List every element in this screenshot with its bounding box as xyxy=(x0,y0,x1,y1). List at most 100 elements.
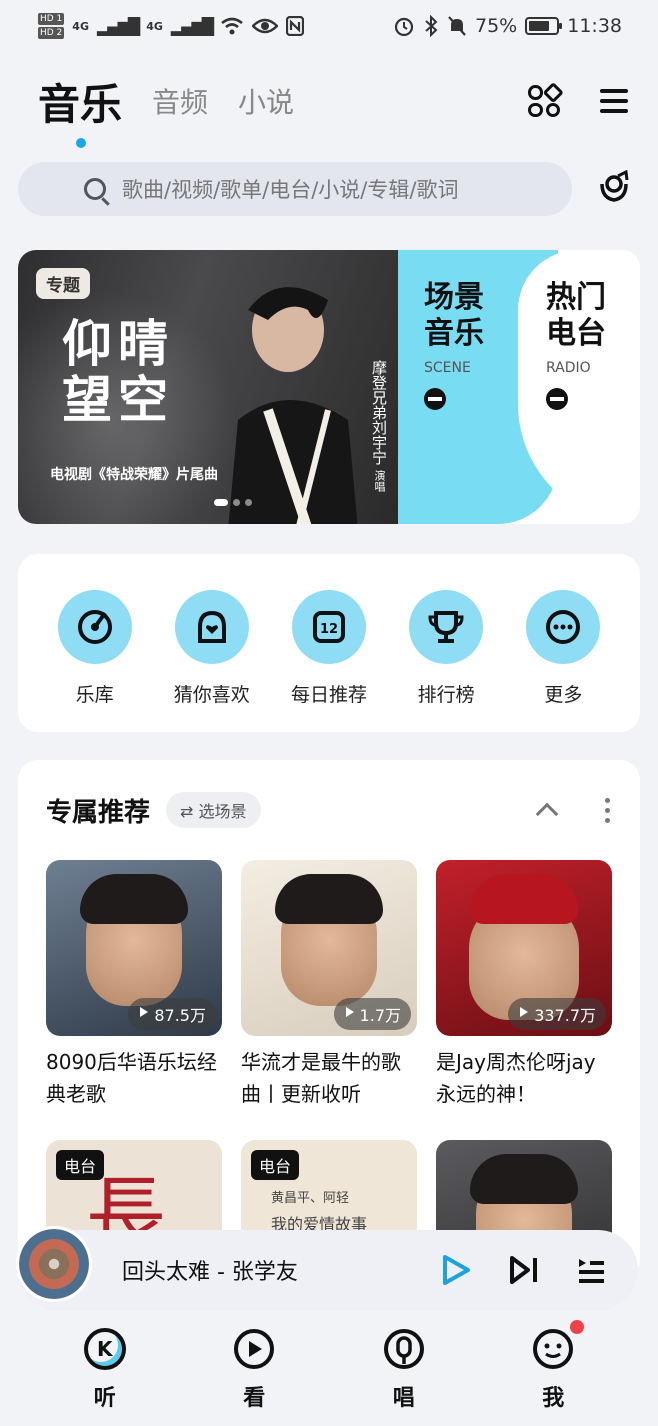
play-count: 337.7万 xyxy=(508,998,606,1030)
quick-label-guess: 猜你喜欢 xyxy=(173,684,250,706)
banner-title-line1: 仰晴 xyxy=(62,315,174,373)
tab-audio[interactable]: 音频 xyxy=(152,81,208,121)
network-type-2: 4G xyxy=(146,19,163,33)
more-icon xyxy=(526,590,601,664)
player-controls xyxy=(440,1253,606,1287)
nav-watch[interactable]: 看 xyxy=(209,1320,299,1426)
status-left: HD 1 HD 2 4G ▂▄▆█ 4G ▂▄▆█ xyxy=(38,13,305,39)
banner-poster[interactable]: 专题 仰晴 望空 摩登兄弟刘宇宁 演唱 电视剧《特战荣耀》片尾曲 xyxy=(18,250,400,524)
trophy-icon xyxy=(409,590,484,664)
quick-label-daily: 每日推荐 xyxy=(290,684,367,706)
recommend-title: 专属推荐 xyxy=(46,797,151,828)
scene-en-label: SCENE xyxy=(424,360,471,376)
hd2-badge: HD 2 xyxy=(38,27,65,39)
playlist-name: 8090后华语乐坛经典老歌 xyxy=(46,1050,217,1106)
signal-icon: ▂▄▆█ xyxy=(96,16,140,36)
radio-en-label: RADIO xyxy=(546,360,591,376)
banner-singer-name: 摩登兄弟刘宇宁 xyxy=(370,360,388,465)
quick-entries: 乐库 猜你喜欢 12 每日推荐 排行榜 更多 xyxy=(18,554,640,732)
scene-title: 场景音乐 xyxy=(424,280,484,351)
playlist-cover: 87.5万 xyxy=(46,860,222,1036)
recommend-tools xyxy=(535,797,610,826)
header-tools xyxy=(528,81,628,117)
quick-charts[interactable]: 排行榜 xyxy=(396,590,496,732)
mic-icon xyxy=(383,1329,424,1369)
choose-scene-button[interactable]: ⇄ 选场景 xyxy=(166,792,261,828)
singer-photo xyxy=(228,287,358,524)
eye-icon xyxy=(252,18,279,34)
quick-more[interactable]: 更多 xyxy=(513,590,613,732)
status-right: 75% 11:38 xyxy=(393,15,622,37)
apps-grid-icon[interactable] xyxy=(528,81,564,117)
playlist-icon[interactable] xyxy=(576,1255,606,1285)
more-vertical-icon[interactable] xyxy=(605,797,610,823)
menu-icon[interactable] xyxy=(600,89,628,113)
radio-arrow-icon xyxy=(546,388,568,410)
play-icon[interactable] xyxy=(440,1253,472,1287)
top-header: 音乐 音频 小说 xyxy=(38,66,628,148)
nav-me[interactable]: 我 xyxy=(508,1320,598,1426)
nav-listen[interactable]: K 听 xyxy=(60,1320,150,1426)
calendar-day: 12 xyxy=(320,622,338,637)
banner-singer: 摩登兄弟刘宇宁 演唱 xyxy=(348,360,388,492)
mute-bell-icon xyxy=(448,16,466,36)
mini-player[interactable]: 回头太难 - 张学友 xyxy=(16,1226,638,1310)
playlist-grid: 87.5万 8090后华语乐坛经典老歌 1.7万 华流才是最牛的歌曲丨更新收听 … xyxy=(46,860,612,1280)
tab-novel[interactable]: 小说 xyxy=(238,81,294,121)
playlist-name: 是Jay周杰伦呀jay永远的神！ xyxy=(436,1050,596,1106)
scene-arrow-icon xyxy=(424,388,446,410)
nav-label-me: 我 xyxy=(542,1386,565,1411)
radio-tag: 电台 xyxy=(251,1150,300,1180)
heart-box-icon xyxy=(174,590,249,664)
banner-title-line2: 望空 xyxy=(62,371,174,429)
album-art[interactable] xyxy=(16,1226,92,1302)
playlist-card[interactable]: 1.7万 华流才是最牛的歌曲丨更新收听 xyxy=(241,860,417,1110)
alarm-icon xyxy=(394,17,414,37)
playlist-card[interactable]: 87.5万 8090后华语乐坛经典老歌 xyxy=(46,860,222,1110)
calendar-icon: 12 xyxy=(291,590,366,664)
network-type-1: 4G xyxy=(72,19,89,33)
quick-daily[interactable]: 12 每日推荐 xyxy=(279,590,379,732)
next-icon[interactable] xyxy=(508,1253,540,1287)
battery-percent: 75% xyxy=(475,15,518,37)
quick-library[interactable]: 乐库 xyxy=(45,590,145,732)
choose-scene-label: 选场景 xyxy=(198,802,247,821)
play-count: 87.5万 xyxy=(128,998,216,1030)
listen-icon: K xyxy=(83,1328,126,1370)
battery-fill xyxy=(529,21,549,31)
radio-tag: 电台 xyxy=(56,1150,105,1180)
tab-music[interactable]: 音乐 xyxy=(38,71,122,148)
banner-singer-role: 演唱 xyxy=(373,469,386,492)
watch-icon xyxy=(234,1329,275,1369)
playlist-name: 华流才是最牛的歌曲丨更新收听 xyxy=(241,1050,401,1106)
radio-cover-author: 黄昌平、阿轻 xyxy=(271,1191,350,1206)
notification-dot xyxy=(570,1320,585,1334)
nav-label-watch: 看 xyxy=(243,1386,266,1411)
quick-guess-like[interactable]: 猜你喜欢 xyxy=(162,590,262,732)
banner-subtitle: 电视剧《特战荣耀》片尾曲 xyxy=(50,467,218,483)
playlist-cover: 1.7万 xyxy=(241,860,417,1036)
search-placeholder: 歌曲/视频/歌单/电台/小说/专辑/歌词 xyxy=(122,178,459,202)
hd1-badge: HD 1 xyxy=(38,13,65,25)
search-icon xyxy=(84,178,106,200)
banner-title: 仰晴 望空 xyxy=(62,316,192,428)
wifi-icon xyxy=(221,17,243,35)
status-bar: HD 1 HD 2 4G ▂▄▆█ 4G ▂▄▆█ 75% 11:38 xyxy=(0,0,658,52)
search-bar[interactable]: 歌曲/视频/歌单/电台/小说/专辑/歌词 xyxy=(18,162,572,216)
nav-sing[interactable]: 唱 xyxy=(359,1320,449,1426)
nav-label-sing: 唱 xyxy=(392,1386,415,1411)
collapse-icon[interactable] xyxy=(535,802,559,826)
recommend-header: 专属推荐 ⇄ 选场景 xyxy=(46,790,610,830)
play-count: 1.7万 xyxy=(333,998,411,1030)
voice-search-icon[interactable] xyxy=(596,170,632,206)
bottom-nav: K 听 看 唱 我 xyxy=(0,1320,658,1426)
clock: 11:38 xyxy=(567,15,622,37)
playlist-card[interactable]: 337.7万 是Jay周杰伦呀jay永远的神！ xyxy=(436,860,612,1110)
hd-indicators: HD 1 HD 2 xyxy=(38,13,65,39)
now-playing: 回头太难 - 张学友 xyxy=(122,1260,298,1285)
quick-label-library: 乐库 xyxy=(75,684,114,706)
quick-label-more: 更多 xyxy=(544,684,583,706)
banner-carousel[interactable]: 专题 仰晴 望空 摩登兄弟刘宇宁 演唱 电视剧《特战荣耀》片尾曲 场景音乐 SC… xyxy=(18,250,640,524)
banner-topic-tag: 专题 xyxy=(36,268,90,299)
signal-icon-2: ▂▄▆█ xyxy=(170,16,214,36)
